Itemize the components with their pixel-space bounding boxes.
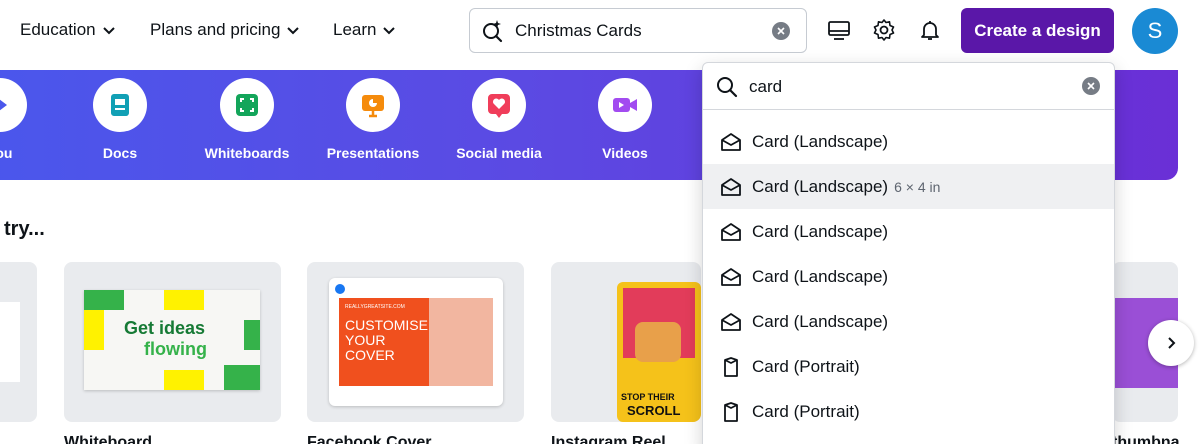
magic-search-icon <box>483 20 503 43</box>
nav-plans-and-pricing[interactable]: Plans and pricing <box>150 20 300 40</box>
reel-text-bottom: SCROLL <box>627 403 681 418</box>
dropdown-query: card <box>749 77 783 96</box>
bell-icon <box>921 21 939 40</box>
chevron-down-icon <box>383 27 396 35</box>
presentation-icon <box>362 95 384 118</box>
carousel-next-button[interactable] <box>1148 320 1194 366</box>
handbag-image <box>635 322 681 362</box>
nav-learn-label: Learn <box>333 20 377 39</box>
facebook-thumbnail: REALLYGREATSITE.COM CUSTOMISE YOUR COVER <box>329 278 503 406</box>
design-card-partial[interactable] <box>0 262 37 422</box>
chevron-down-icon <box>102 27 115 35</box>
dropdown-search-input[interactable]: card <box>703 63 1114 110</box>
close-icon <box>777 27 785 35</box>
suggestion-label: Card (Landscape) <box>752 177 889 196</box>
search-input[interactable]: Christmas Cards <box>469 8 807 53</box>
suggestion-label: Card (Landscape) <box>752 312 889 331</box>
chevron-right-icon <box>1168 337 1176 349</box>
whiteboard-title: Get ideas <box>124 318 206 338</box>
suggestion-label: Card (Landscape) <box>752 267 889 286</box>
top-nav: Education Plans and pricing Learn Christ… <box>0 0 1200 62</box>
suggestion-item[interactable]: Card (Landscape) 6 × 4 in <box>703 164 1114 209</box>
monitor-icon <box>828 21 850 40</box>
docs-icon <box>111 94 129 116</box>
reel-thumbnail: STOP THEIR SCROLL <box>617 282 701 422</box>
category-icon-circle <box>220 78 274 132</box>
card-landscape-icon <box>721 133 741 151</box>
suggestion-item[interactable]: Card (Landscape) <box>703 254 1114 299</box>
facebook-headline: CUSTOMISE YOUR COVER <box>345 317 428 363</box>
search-value: Christmas Cards <box>515 21 642 40</box>
card-landscape-icon <box>721 313 741 331</box>
category-videos[interactable]: Videos <box>565 78 685 161</box>
card-label-whiteboard: Whiteboard <box>64 434 152 444</box>
card-portrait-icon <box>724 402 738 422</box>
suggestion-dimensions: 6 × 4 in <box>894 179 941 195</box>
card-landscape-icon <box>721 223 741 241</box>
search-icon <box>717 77 738 98</box>
design-card-facebook-cover[interactable]: REALLYGREATSITE.COM CUSTOMISE YOUR COVER <box>307 262 524 422</box>
settings-button[interactable] <box>871 17 897 43</box>
category-presentations[interactable]: Presentations <box>313 78 433 161</box>
reel-text-top: STOP THEIR <box>621 392 675 402</box>
category-label: you <box>0 145 13 161</box>
suggestion-item[interactable]: Card (Portrait) <box>703 344 1114 389</box>
nav-education-label: Education <box>20 20 96 39</box>
gear-icon <box>873 19 895 41</box>
category-docs[interactable]: Docs <box>60 78 180 161</box>
facebook-url: REALLYGREATSITE.COM <box>345 304 405 310</box>
desktop-app-button[interactable] <box>826 17 852 43</box>
avatar[interactable]: S <box>1132 8 1178 54</box>
close-icon <box>1087 82 1095 90</box>
nav-plans-label: Plans and pricing <box>150 20 281 39</box>
category-whiteboards[interactable]: Whiteboards <box>187 78 307 161</box>
card-portrait-icon <box>724 357 738 377</box>
whiteboard-thumbnail: Get ideas flowing <box>84 290 260 390</box>
nav-education[interactable]: Education <box>20 20 116 40</box>
whiteboard-subtitle: flowing <box>144 339 207 359</box>
suggestion-label: Card (Portrait) <box>752 357 860 376</box>
video-icon <box>613 98 637 112</box>
card-label-thumbnail: thumbna <box>1112 434 1180 444</box>
suggestion-item[interactable]: Card (Landscape) <box>703 209 1114 254</box>
category-social-media[interactable]: Social media <box>439 78 559 161</box>
suggestion-label: Card (Landscape) <box>752 132 889 151</box>
facebook-icon <box>335 284 345 294</box>
heart-icon <box>488 94 510 118</box>
card-landscape-icon <box>721 268 741 286</box>
category-icon-circle <box>346 78 400 132</box>
category-icon-circle <box>598 78 652 132</box>
category-icon-circle <box>93 78 147 132</box>
section-title: try... <box>4 218 45 240</box>
clear-query-button[interactable] <box>1082 77 1100 95</box>
suggestion-item[interactable]: Card (Portrait) <box>703 389 1114 434</box>
category-icon-circle <box>472 78 526 132</box>
sparkle-icon <box>0 99 7 111</box>
design-card-instagram-reel[interactable]: STOP THEIR SCROLL <box>551 262 701 422</box>
category-label: Videos <box>602 145 648 161</box>
card-thumbnail <box>0 302 20 382</box>
nav-learn[interactable]: Learn <box>333 20 396 40</box>
category-for-you[interactable]: you <box>0 78 60 161</box>
notifications-button[interactable] <box>917 17 943 43</box>
suggestion-item[interactable]: Card (Landscape) <box>703 119 1114 164</box>
category-label: Presentations <box>326 145 420 161</box>
category-label: Docs <box>102 145 138 161</box>
category-label: Social media <box>456 145 542 161</box>
suggestion-label: Card (Landscape) <box>752 222 889 241</box>
category-icon-circle <box>0 78 27 132</box>
clear-search-button[interactable] <box>772 22 790 40</box>
suggestion-label: Card (Portrait) <box>752 402 860 421</box>
suggestion-item[interactable]: Card (Landscape) <box>703 299 1114 344</box>
chevron-down-icon <box>287 27 300 35</box>
create-a-design-button[interactable]: Create a design <box>961 8 1114 53</box>
design-card-whiteboard[interactable]: Get ideas flowing <box>64 262 281 422</box>
search-suggestions-dropdown: card Card (Landscape) Card (Landscape) 6 … <box>702 62 1115 444</box>
card-label-instagram-reel: Instagram Reel <box>551 434 666 444</box>
card-label-facebook-cover: Facebook Cover <box>307 434 432 444</box>
whiteboard-icon <box>236 94 258 116</box>
card-landscape-icon <box>721 178 741 196</box>
category-label: Whiteboards <box>204 145 290 161</box>
